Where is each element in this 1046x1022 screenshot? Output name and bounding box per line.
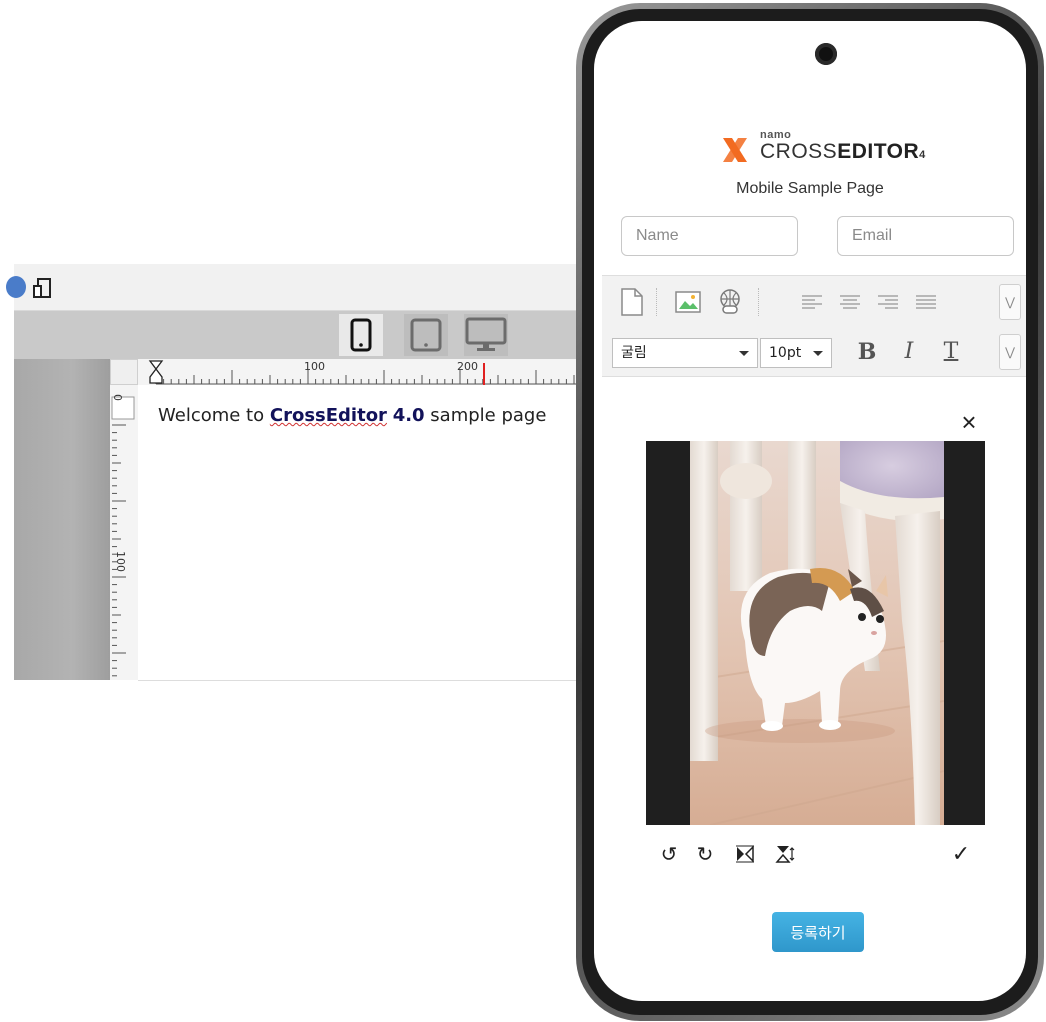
phone-view-button[interactable] <box>339 314 383 356</box>
flip-horizontal-icon[interactable] <box>730 839 760 869</box>
phone-screen: namo CROSSEDITOR4 Mobile Sample Page Nam… <box>594 21 1026 1001</box>
horizontal-ruler[interactable]: 100 200 <box>138 359 594 386</box>
font-family-value: 굴림 <box>621 345 647 361</box>
rotate-right-icon[interactable]: ↻ <box>690 839 720 869</box>
font-size-select[interactable]: 10pt <box>760 338 832 368</box>
vertical-ruler-ticks <box>111 396 135 677</box>
ruler-label-100: 100 <box>304 360 325 373</box>
align-justify-icon[interactable] <box>912 288 940 316</box>
welcome-prefix: Welcome to <box>158 405 270 426</box>
logo-wordmark: CROSSEDITOR4 <box>760 140 926 164</box>
italic-button[interactable]: I <box>894 336 924 368</box>
toolbar-separator <box>656 288 658 316</box>
close-icon[interactable]: × <box>956 409 982 435</box>
align-right-icon[interactable] <box>874 288 902 316</box>
chevron-double-down-icon: ⋁ <box>1005 345 1015 359</box>
phone-bezel: namo CROSSEDITOR4 Mobile Sample Page Nam… <box>582 9 1038 1015</box>
horizontal-ruler-ticks <box>148 360 594 385</box>
chevron-down-icon <box>813 351 823 356</box>
editor-document[interactable]: Welcome to CrossEditor 4.0 sample page <box>138 385 594 681</box>
ruler-corner <box>110 359 138 385</box>
brand-text: CrossEditor <box>269 405 387 426</box>
editor-toolbar-row1: ⋁ <box>602 275 1026 326</box>
editor-gutter <box>14 359 110 680</box>
align-center-icon[interactable] <box>836 288 864 316</box>
crosseditor-logo: namo CROSSEDITOR4 <box>720 129 930 165</box>
rotate-left-icon[interactable]: ↺ <box>654 839 684 869</box>
document-text[interactable]: Welcome to CrossEditor 4.0 sample page <box>158 405 546 426</box>
tablet-view-button[interactable] <box>404 314 448 356</box>
logo-cross-text: CROSS <box>760 140 838 163</box>
device-toolbar <box>14 311 594 359</box>
font-size-value: 10pt <box>769 345 802 361</box>
ruler-label-0: 0 <box>111 394 124 401</box>
globe-icon[interactable] <box>6 276 26 298</box>
welcome-suffix: sample page <box>424 405 547 426</box>
desktop-view-button[interactable] <box>464 314 508 356</box>
editor-topbar <box>6 264 594 311</box>
align-left-icon[interactable] <box>798 288 826 316</box>
phone-frame: namo CROSSEDITOR4 Mobile Sample Page Nam… <box>576 3 1044 1021</box>
desktop-editor: 100 200 0 100 Welcome to CrossEditor 4.0… <box>6 264 594 681</box>
chevron-down-icon <box>739 351 749 356</box>
insert-image-icon[interactable] <box>674 288 702 316</box>
text-style-button[interactable]: T <box>936 336 966 368</box>
tablet-icon <box>410 318 442 352</box>
cat-photo <box>690 441 944 825</box>
insert-link-icon[interactable] <box>716 288 744 316</box>
submit-button[interactable]: 등록하기 <box>772 912 864 952</box>
toolbar-separator <box>758 288 760 316</box>
camera-icon <box>815 43 837 65</box>
confirm-check-icon[interactable]: ✓ <box>946 839 976 869</box>
chevron-double-down-icon: ⋁ <box>1005 295 1015 309</box>
image-preview <box>646 441 985 825</box>
page-subtitle: Mobile Sample Page <box>736 180 884 197</box>
ruler-label-100-v: 100 <box>114 551 127 572</box>
logo-version-text: 4 <box>919 149 926 161</box>
version-text: 4.0 <box>392 405 425 426</box>
flip-vertical-icon[interactable] <box>770 839 800 869</box>
monitor-icon <box>465 317 507 351</box>
toolbar-expand-button-2[interactable]: ⋁ <box>999 334 1021 370</box>
toolbar-expand-button[interactable]: ⋁ <box>999 284 1021 320</box>
bold-button[interactable]: B <box>852 336 882 368</box>
image-tools: ↺ ↻ <box>654 839 854 869</box>
name-field[interactable] <box>621 216 798 256</box>
editor-toolbar-row2: 굴림 10pt B I T ⋁ <box>602 326 1026 377</box>
new-document-icon[interactable] <box>618 288 646 316</box>
logo-editor-text: EDITOR <box>837 140 920 163</box>
smartphone-icon <box>350 318 372 352</box>
email-field[interactable] <box>837 216 1014 256</box>
font-family-select[interactable]: 굴림 <box>612 338 758 368</box>
vertical-ruler[interactable]: 0 100 <box>110 385 139 680</box>
mobile-device-icon[interactable] <box>33 278 51 298</box>
ruler-label-200: 200 <box>457 360 478 373</box>
logo-x-icon <box>723 138 747 162</box>
